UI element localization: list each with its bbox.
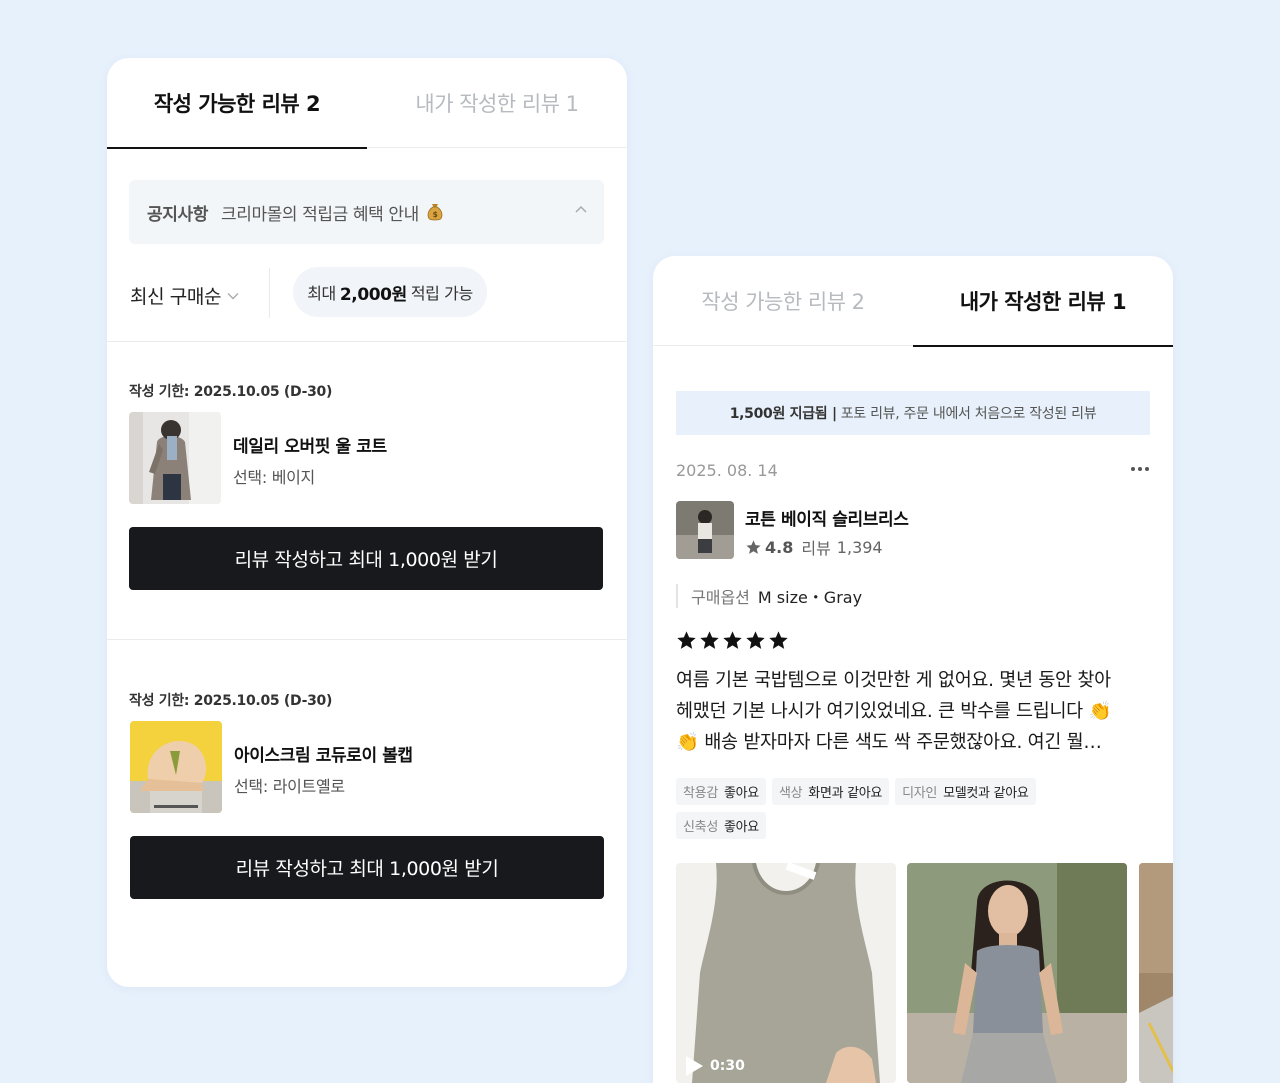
more-options-icon[interactable]	[1130, 466, 1150, 472]
video-duration-text: 0:30	[710, 1058, 745, 1074]
item-deadline: 작성 기한: 2025.10.05 (D-30)	[129, 693, 333, 709]
star-icon	[746, 631, 765, 649]
reward-status-amount: 1,500원 지급됨 |	[729, 406, 837, 422]
product-name: 아이스크림 코듀로이 볼캡	[234, 746, 413, 766]
divider	[269, 268, 270, 318]
product-thumbnail[interactable]	[676, 501, 734, 559]
star-icon	[723, 631, 742, 649]
write-review-button[interactable]: 리뷰 작성하고 최대 1,000원 받기	[129, 527, 603, 590]
tag-value: 좋아요	[723, 786, 759, 801]
product-rating-row: 4.8 리뷰 1,394	[745, 535, 883, 559]
tab-my-reviews[interactable]: 내가 작성한 리뷰 1	[367, 58, 627, 148]
reward-status-text: 포토 리뷰, 주문 내에서 처음으로 작성된 리뷰	[840, 406, 1097, 422]
divider	[107, 639, 627, 640]
sort-label: 최신 구매순	[130, 286, 222, 308]
money-bag-icon: $	[427, 203, 443, 221]
writable-reviews-panel: 작성 가능한 리뷰 2 내가 작성한 리뷰 1 공지사항 크리마몰의 적립금 혜…	[107, 58, 627, 987]
tag-key: 착용감	[683, 786, 718, 801]
max-reward-pill: 최대 2,000원 적립 가능	[293, 267, 487, 317]
product-thumbnail[interactable]	[129, 412, 221, 504]
reward-amount: 2,000원	[339, 284, 407, 305]
star-icon	[746, 539, 761, 554]
svg-text:$: $	[432, 210, 437, 219]
item-deadline: 작성 기한: 2025.10.05 (D-30)	[129, 384, 333, 400]
review-count: 1,394	[836, 537, 883, 557]
review-count-label: 리뷰	[801, 539, 831, 558]
review-photo[interactable]	[907, 863, 1127, 1083]
review-body[interactable]: 여름 기본 국밥템으로 이것만한 게 없어요. 몇년 동안 찾아 헤맸던 기본 …	[676, 665, 1150, 758]
tag-key: 색상	[778, 786, 803, 801]
review-tags: 신축성 좋아요	[676, 812, 766, 839]
review-tabs: 작성 가능한 리뷰 2 내가 작성한 리뷰 1	[653, 256, 1173, 347]
review-tag: 착용감 좋아요	[676, 778, 766, 805]
review-photo[interactable]	[1139, 863, 1173, 1083]
review-tag: 신축성 좋아요	[676, 812, 766, 839]
chevron-up-icon[interactable]	[574, 204, 588, 214]
tag-value: 화면과 같아요	[808, 786, 883, 801]
purchase-option-value: M size・Gray	[757, 588, 863, 607]
review-video-thumbnail[interactable]: 0:30	[676, 863, 896, 1083]
review-tag: 색상 화면과 같아요	[771, 778, 890, 805]
play-icon	[686, 1056, 703, 1076]
tag-value: 모델컷과 같아요	[943, 786, 1029, 801]
reward-status-banner: 1,500원 지급됨 | 포토 리뷰, 주문 내에서 처음으로 작성된 리뷰	[676, 391, 1150, 435]
tab-my-reviews[interactable]: 내가 작성한 리뷰 1	[913, 256, 1173, 347]
review-star-rating	[676, 630, 789, 651]
my-reviews-panel: 작성 가능한 리뷰 2 내가 작성한 리뷰 1 1,500원 지급됨 | 포토 …	[653, 256, 1173, 1083]
notice-banner[interactable]: 공지사항 크리마몰의 적립금 혜택 안내 $	[129, 180, 604, 244]
product-name: 데일리 오버핏 울 코트	[233, 437, 387, 457]
tag-key: 디자인	[902, 786, 938, 801]
write-review-button[interactable]: 리뷰 작성하고 최대 1,000원 받기	[130, 836, 604, 899]
tag-key: 신축성	[683, 820, 718, 835]
chevron-down-icon	[227, 292, 239, 299]
review-tabs: 작성 가능한 리뷰 2 내가 작성한 리뷰 1	[107, 58, 627, 149]
purchase-option: 구매옵션 M size・Gray	[676, 584, 862, 608]
product-thumbnail[interactable]	[130, 721, 222, 813]
reward-suffix: 적립 가능	[410, 284, 473, 303]
star-icon	[769, 631, 788, 649]
review-tags: 착용감 좋아요 색상 화면과 같아요 디자인 모델컷과 같아요	[676, 778, 1036, 805]
sort-dropdown[interactable]: 최신 구매순	[130, 282, 239, 309]
reviewed-product-name: 코튼 베이직 슬리브리스	[745, 510, 909, 530]
review-body-line: 여름 기본 국밥템으로 이것만한 게 없어요. 몇년 동안 찾아	[676, 670, 1111, 691]
divider	[107, 341, 627, 342]
review-body-line: 헤맸던 기본 나시가 여기있었네요. 큰 박수를 드립니다 👏	[676, 701, 1112, 722]
tab-writable-reviews[interactable]: 작성 가능한 리뷰 2	[107, 58, 367, 149]
review-tag: 디자인 모델컷과 같아요	[895, 778, 1036, 805]
product-option: 선택: 베이지	[233, 468, 315, 487]
tab-writable-reviews[interactable]: 작성 가능한 리뷰 2	[653, 256, 913, 346]
review-date: 2025. 08. 14	[676, 461, 778, 480]
purchase-option-label: 구매옵션	[691, 588, 750, 607]
notice-label: 공지사항	[147, 204, 208, 225]
video-duration: 0:30	[684, 1055, 745, 1077]
product-option: 선택: 라이트옐로	[234, 777, 345, 796]
star-icon	[700, 631, 719, 649]
notice-text: 크리마몰의 적립금 혜택 안내	[220, 204, 419, 225]
tag-value: 좋아요	[723, 820, 759, 835]
reward-prefix: 최대	[307, 284, 336, 303]
review-body-line: 👏 배송 받자마자 다른 색도 싹 주문했잖아요. 여긴 뭘…	[676, 732, 1102, 753]
star-icon	[677, 631, 696, 649]
product-rating: 4.8	[765, 537, 794, 557]
